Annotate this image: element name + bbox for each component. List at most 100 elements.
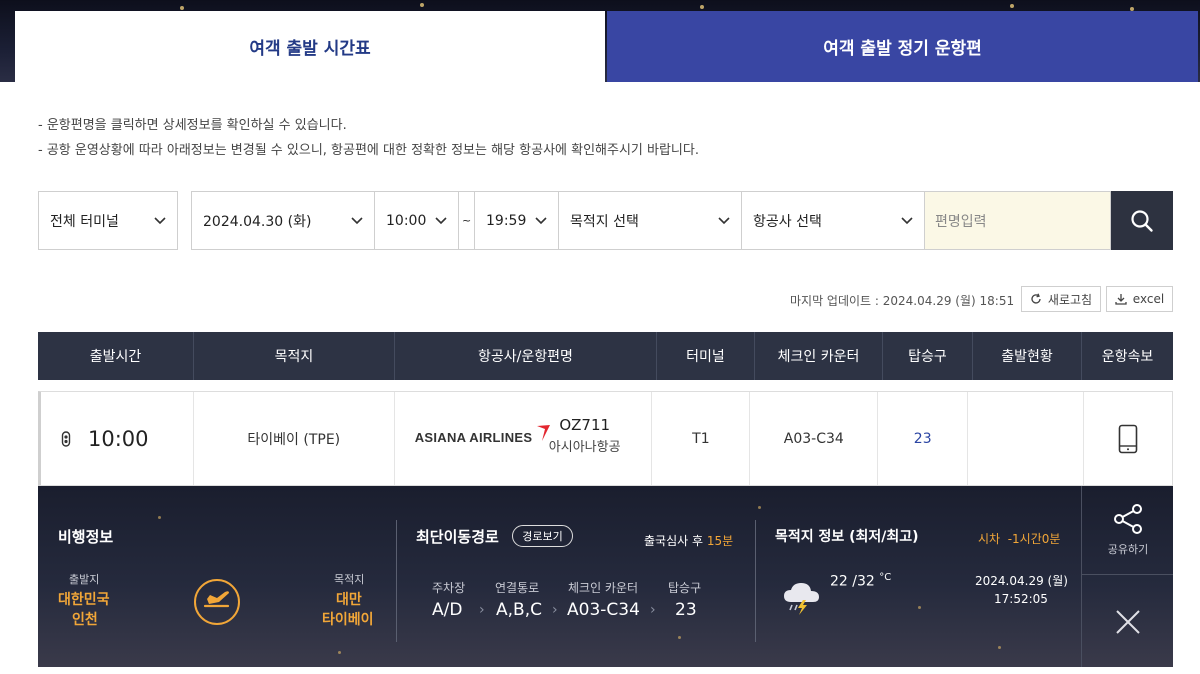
destination-select-value: 목적지 선택 (570, 213, 639, 230)
terminal-select-value: 전체 터미널 (50, 213, 119, 230)
status-cell (968, 392, 1085, 485)
route-step-value: 23 (675, 600, 697, 620)
close-icon (1116, 609, 1140, 634)
time-from-select[interactable]: 10:00 (374, 191, 458, 250)
chevron-down-icon (535, 217, 547, 225)
route-step-value: A/D (432, 600, 463, 620)
route-step-value: A,B,C (496, 600, 542, 620)
airline-select[interactable]: 항공사 선택 (741, 191, 925, 250)
flight-number-placeholder: 편명입력 (935, 213, 987, 230)
destination-select[interactable]: 목적지 선택 (558, 191, 741, 250)
departure-time: 10:00 (88, 426, 149, 451)
airline-logo: ASIANA AIRLINES (415, 424, 552, 445)
flight-number[interactable]: OZ711 (546, 416, 624, 434)
header-airline-flight: 항공사/운항편명 (395, 332, 657, 380)
weather-thunderstorm-icon (784, 583, 819, 615)
arrival-label: 목적지 (334, 573, 365, 586)
gate-text: 23 (913, 430, 932, 447)
terminal-cell: T1 (652, 392, 751, 485)
departure-country: 대한민국 (58, 592, 110, 608)
refresh-label: 새로고침 (1047, 292, 1093, 307)
time-to-value: 19:59 (486, 212, 527, 229)
time-to-select[interactable]: 19:59 (474, 191, 558, 250)
divider (755, 520, 756, 642)
checkin-text: A03-C34 (783, 430, 844, 447)
notice-list: 운항편명을 클릭하면 상세정보를 확인하실 수 있습니다. 공항 운영상황에 따… (38, 113, 699, 163)
immigration-prefix: 출국심사 후 (644, 534, 704, 548)
flight-info: OZ711 아시아나항공 (546, 416, 624, 455)
flight-info-title: 비행정보 (58, 528, 114, 546)
tab-regular-flights[interactable]: 여객 출발 정기 운항편 (607, 11, 1198, 82)
tab-departure-timetable[interactable]: 여객 출발 시간표 (15, 11, 605, 82)
share-icon (1114, 504, 1142, 534)
temperature-value: 22 /32 (830, 573, 875, 590)
chevron-right-icon: › (650, 602, 656, 618)
excel-download-button[interactable]: excel (1106, 286, 1173, 312)
divider (396, 520, 397, 642)
temperature: 22 /32 °C (830, 572, 891, 590)
time-range-separator: ~ (458, 191, 474, 250)
notice-item: 운항편명을 클릭하면 상세정보를 확인하실 수 있습니다. (38, 113, 699, 138)
table-header: 출발시간 목적지 항공사/운항편명 터미널 체크인 카운터 탑승구 출발현황 운… (38, 332, 1173, 380)
airline-name: 아시아나항공 (548, 440, 621, 455)
route-step-label: 탑승구 (668, 581, 702, 595)
arrival-country: 대만 (336, 592, 362, 608)
route-step-label: 주차장 (432, 581, 466, 595)
refresh-icon (1031, 293, 1041, 304)
header-status: 출발현황 (973, 332, 1082, 380)
time-difference: 시차 -1시간0분 (978, 532, 1061, 546)
weather-title: 목적지 정보 (최저/최고) (775, 529, 919, 545)
chevron-right-icon: › (479, 602, 485, 618)
header-departure-time: 출발시간 (38, 332, 194, 380)
route-view-button[interactable]: 경로보기 (512, 525, 573, 547)
share-button[interactable]: 공유하기 (1082, 486, 1173, 575)
departure-city: 인천 (72, 612, 98, 628)
departure-plane-icon (194, 579, 240, 625)
arrival-city: 타이베이 (322, 612, 374, 628)
chevron-down-icon (435, 217, 447, 225)
share-label: 공유하기 (1107, 543, 1149, 556)
local-time: 17:52:05 (994, 592, 1048, 606)
terminal-select[interactable]: 전체 터미널 (38, 191, 178, 250)
flight-detail-panel: 비행정보 출발지 대한민국 인천 목적지 대만 타이베이 최단이동경로 경로보기… (38, 486, 1173, 667)
download-icon (1115, 294, 1127, 305)
table-row[interactable]: 10:00 타이베이 (TPE) ASIANA AIRLINES OZ711 아… (38, 391, 1173, 486)
chevron-down-icon (351, 217, 363, 225)
news-cell[interactable] (1084, 392, 1172, 485)
chevron-down-icon (718, 217, 730, 225)
header-news: 운항속보 (1101, 349, 1154, 365)
toggle-indicator-icon (61, 430, 71, 447)
date-select[interactable]: 2024.04.30 (화) (191, 191, 374, 250)
tilde-text: ~ (462, 214, 472, 227)
route-title: 최단이동경로 (416, 528, 499, 546)
route-step-label: 연결통로 (495, 581, 540, 595)
airline-flight-cell: ASIANA AIRLINES OZ711 아시아나항공 (395, 392, 653, 485)
header-gate: 탑승구 (883, 332, 973, 380)
notice-item: 공항 운영상황에 따라 아래정보는 변경될 수 있으니, 항공편에 대한 정확한… (38, 138, 699, 163)
date-select-value: 2024.04.30 (화) (203, 213, 312, 230)
temperature-unit: °C (879, 572, 892, 583)
chevron-down-icon (154, 217, 166, 225)
header-destination: 목적지 (194, 332, 395, 380)
chevron-right-icon: › (552, 602, 558, 618)
airline-logo-text: ASIANA AIRLINES (414, 430, 533, 445)
chevron-down-icon (901, 217, 913, 225)
last-update-text: 마지막 업데이트 : 2024.04.29 (월) 18:51 (790, 294, 1015, 308)
header-terminal: 터미널 (657, 332, 755, 380)
immigration-info: 출국심사 후 15분 (644, 532, 733, 549)
refresh-button[interactable]: 새로고침 (1021, 286, 1101, 312)
action-column: 공유하기 (1081, 486, 1173, 667)
time-from-value: 10:00 (386, 212, 427, 229)
departure-time-cell: 10:00 (41, 392, 194, 485)
search-button[interactable] (1111, 191, 1173, 250)
search-icon (1131, 209, 1153, 232)
terminal-text: T1 (692, 430, 710, 447)
checkin-cell: A03-C34 (750, 392, 879, 485)
flight-number-input[interactable]: 편명입력 (925, 191, 1111, 250)
destination-cell: 타이베이 (TPE) (194, 392, 395, 485)
airline-select-value: 항공사 선택 (753, 213, 822, 230)
gate-cell: 23 (878, 392, 969, 485)
mobile-phone-icon (1118, 424, 1138, 453)
close-button[interactable] (1082, 576, 1173, 667)
route-step-label: 체크인 카운터 (568, 581, 639, 595)
